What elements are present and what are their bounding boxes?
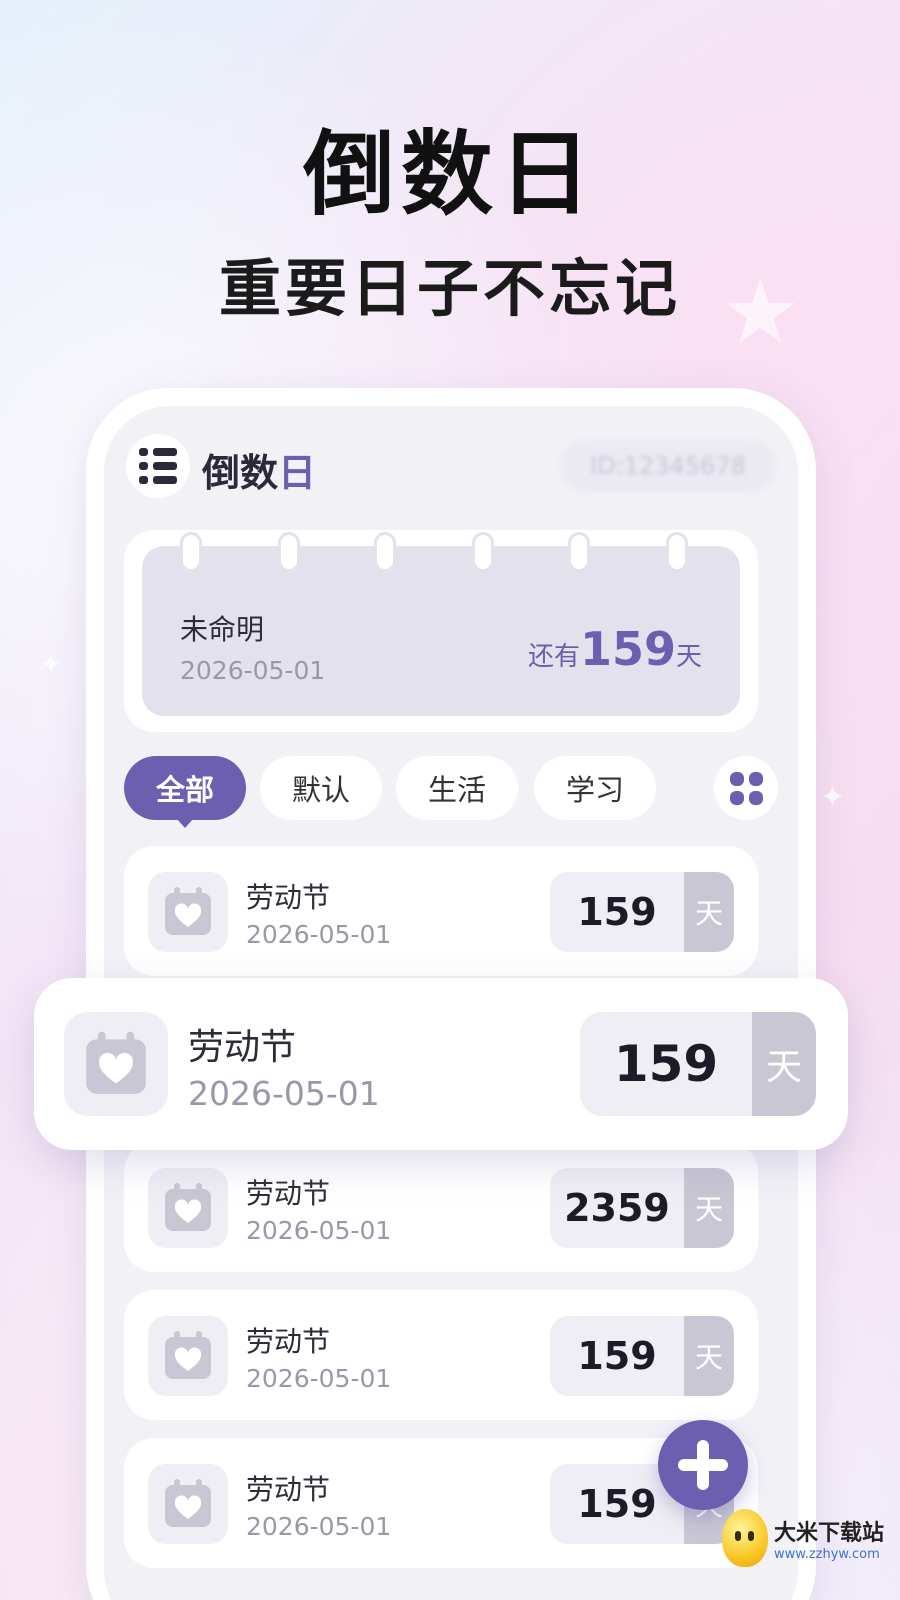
plus-icon-stroke: [697, 1440, 709, 1490]
watermark-logo-icon: [722, 1509, 768, 1567]
featured-event-name: 未命明: [180, 613, 265, 646]
list-item[interactable]: 劳动节 2026-05-01 2359 天: [124, 1142, 758, 1272]
binder-ring: [180, 532, 202, 572]
highlighted-list-item[interactable]: 劳动节 2026-05-01 159 天: [34, 978, 848, 1150]
featured-event-date: 2026-05-01: [180, 656, 326, 685]
days-counter: 159 天: [580, 1012, 816, 1116]
binder-ring: [472, 532, 494, 572]
days-value: 159: [613, 1035, 719, 1093]
app-title: 倒数日: [202, 442, 316, 497]
event-date: 2026-05-01: [246, 920, 392, 949]
list-item[interactable]: 劳动节 2026-05-01 159 天: [124, 846, 758, 976]
days-value: 159: [577, 1334, 657, 1378]
calendar-heart-icon: [148, 1464, 228, 1544]
event-name: 劳动节: [246, 1177, 331, 1210]
featured-suffix: 天: [675, 642, 702, 672]
days-unit: 天: [684, 1168, 734, 1248]
event-name: 劳动节: [246, 1325, 331, 1358]
event-name: 劳动节: [188, 1027, 297, 1068]
featured-countdown-card[interactable]: 未命明 2026-05-01 还有159天: [124, 530, 758, 732]
featured-days: 159: [579, 622, 676, 676]
calendar-heart-icon: [148, 1168, 228, 1248]
calendar-heart-icon: [64, 1012, 168, 1116]
calendar-heart-icon: [148, 872, 228, 952]
grid-view-button[interactable]: [714, 756, 778, 820]
tab-life[interactable]: 生活: [396, 756, 518, 820]
watermark-url: www.zzhyw.com: [774, 1546, 880, 1562]
list-menu-icon: [139, 448, 177, 456]
tab-study[interactable]: 学习: [534, 756, 656, 820]
featured-prefix: 还有: [527, 642, 580, 672]
category-tabs: 全部 默认 生活 学习: [124, 756, 778, 828]
days-counter: 2359 天: [550, 1168, 734, 1248]
add-event-button[interactable]: [658, 1420, 748, 1510]
days-value: 159: [577, 890, 657, 934]
app-title-main: 倒数: [202, 451, 279, 495]
list-item[interactable]: 劳动节 2026-05-01 159 天: [124, 1290, 758, 1420]
grid-icon: [729, 771, 744, 786]
watermark-title: 大米下载站: [774, 1520, 885, 1546]
list-menu-icon-row: [139, 462, 177, 470]
user-id-badge: ID:12345678: [560, 440, 776, 492]
binder-ring: [374, 532, 396, 572]
event-date: 2026-05-01: [246, 1364, 392, 1393]
binder-ring: [278, 532, 300, 572]
binder-ring: [666, 532, 688, 572]
tab-all[interactable]: 全部: [124, 756, 246, 828]
menu-button[interactable]: [126, 434, 190, 498]
hero-subtitle: 重要日子不忘记: [218, 252, 681, 325]
event-name: 劳动节: [246, 1473, 331, 1506]
binder-ring: [568, 532, 590, 572]
watermark-text: 大米下载站 www.zzhyw.com: [774, 1515, 884, 1562]
grid-icon-cell: [748, 790, 763, 805]
days-counter: 159 天: [550, 1316, 734, 1396]
app-header: 倒数日 ID:12345678: [126, 434, 776, 498]
event-date: 2026-05-01: [246, 1512, 392, 1541]
days-unit: 天: [684, 1316, 734, 1396]
featured-days-remaining: 还有159天: [528, 622, 702, 676]
hero-title: 倒数日: [302, 121, 597, 228]
tab-default[interactable]: 默认: [260, 756, 382, 820]
featured-card-inner: 未命明 2026-05-01 还有159天: [142, 532, 740, 716]
event-name: 劳动节: [246, 881, 331, 914]
days-counter: 159 天: [550, 872, 734, 952]
days-unit: 天: [752, 1012, 816, 1116]
list-menu-icon-row: [139, 476, 177, 484]
days-value: 2359: [564, 1186, 670, 1230]
sparkle-decoration: ✦: [40, 650, 62, 680]
days-unit: 天: [684, 872, 734, 952]
grid-icon-cell: [748, 771, 763, 786]
app-title-accent: 日: [278, 451, 317, 495]
watermark: 大米下载站 www.zzhyw.com: [722, 1508, 892, 1568]
sparkle-decoration: ✦: [820, 780, 846, 815]
event-date: 2026-05-01: [188, 1074, 380, 1113]
calendar-heart-icon: [148, 1316, 228, 1396]
grid-icon-cell: [729, 790, 744, 805]
event-date: 2026-05-01: [246, 1216, 392, 1245]
